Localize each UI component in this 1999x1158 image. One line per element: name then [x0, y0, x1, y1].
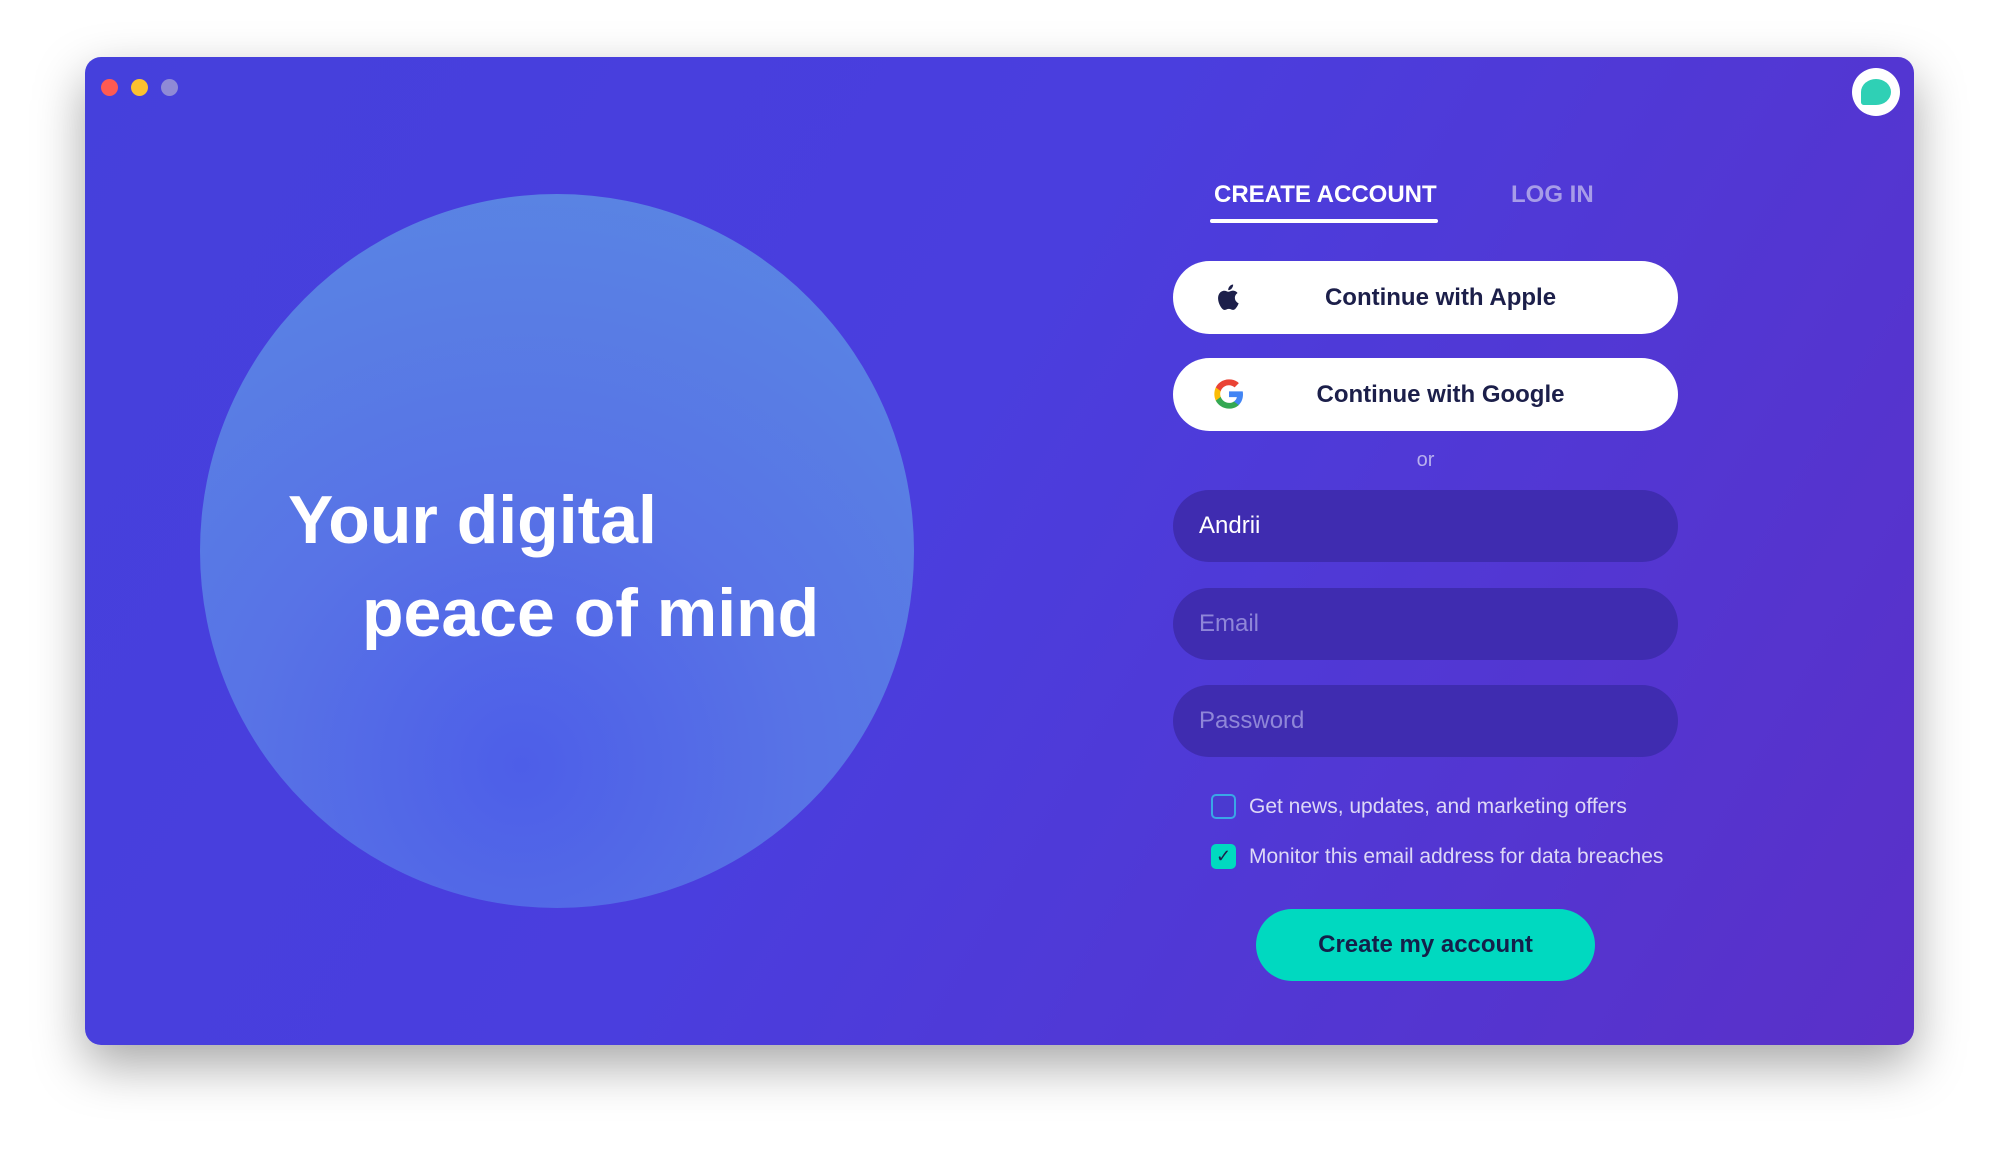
app-window: Your digital peace of mind CREATE ACCOUN…	[85, 57, 1914, 1045]
name-input[interactable]: Andrii	[1173, 490, 1678, 562]
minimize-window-button[interactable]	[131, 79, 148, 96]
apple-icon	[1218, 284, 1239, 310]
zoom-window-button[interactable]	[161, 79, 178, 96]
name-value: Andrii	[1199, 512, 1261, 539]
or-divider: or	[1416, 449, 1435, 471]
hero-line-2: peace of mind	[362, 575, 820, 651]
active-tab-indicator	[1210, 219, 1438, 223]
close-window-button[interactable]	[101, 79, 118, 96]
email-placeholder: Email	[1199, 610, 1260, 637]
marketing-checkbox-label[interactable]: Get news, updates, and marketing offers	[1249, 795, 1627, 819]
tab-create-account[interactable]: CREATE ACCOUNT	[1214, 181, 1437, 209]
monitor-breaches-checkbox-label[interactable]: Monitor this email address for data brea…	[1249, 845, 1663, 869]
create-my-account-button[interactable]: Create my account	[1256, 909, 1595, 981]
email-input[interactable]: Email	[1173, 588, 1678, 660]
chat-support-icon[interactable]	[1852, 68, 1900, 116]
continue-with-apple-button[interactable]: Continue with Apple	[1173, 261, 1678, 334]
monitor-breaches-checkbox[interactable]: ✓	[1211, 844, 1236, 869]
password-placeholder: Password	[1199, 707, 1305, 734]
continue-with-google-button[interactable]: Continue with Google	[1173, 358, 1678, 431]
checkmark-icon: ✓	[1215, 846, 1232, 866]
google-icon	[1214, 379, 1243, 409]
password-input[interactable]: Password	[1173, 685, 1678, 757]
google-button-label: Continue with Google	[1316, 380, 1565, 408]
apple-button-label: Continue with Apple	[1324, 283, 1557, 311]
hero-line-1: Your digital	[288, 482, 657, 558]
tab-log-in[interactable]: LOG IN	[1511, 181, 1594, 209]
marketing-checkbox[interactable]	[1211, 794, 1236, 819]
